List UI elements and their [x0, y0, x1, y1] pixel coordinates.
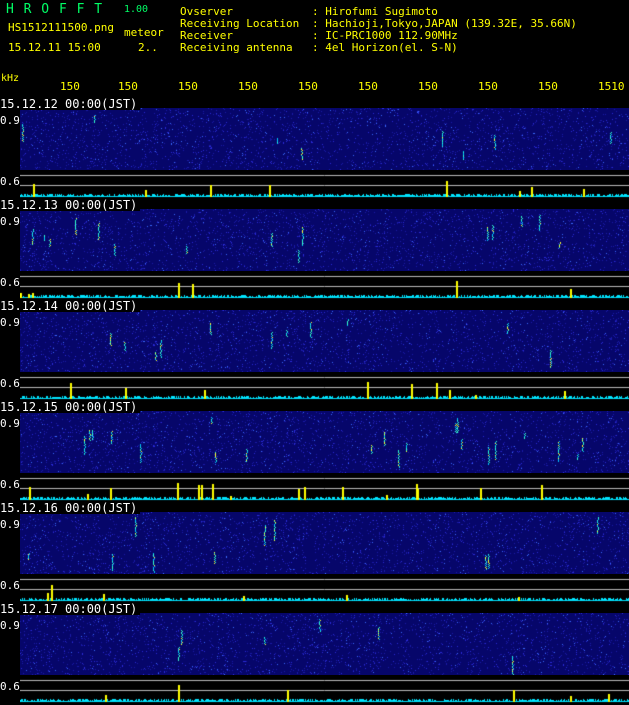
- level-high: 0.9: [0, 316, 20, 329]
- panel-date: 15.12.17 00:00(JST): [0, 603, 141, 615]
- level-high: 0.9: [0, 417, 20, 430]
- spectrogram-canvas: [20, 613, 629, 675]
- echo-counter-canvas: [20, 576, 629, 602]
- interval-label: 2..: [138, 41, 158, 54]
- spectrogram-panel: 15.12.14 00:00(JST) 0.9 0.6: [0, 300, 629, 401]
- level-low: 0.6: [0, 377, 20, 390]
- panel-date: 15.12.14 00:00(JST): [0, 300, 141, 312]
- location-key: Receiving Location: [180, 17, 300, 30]
- observer-value: : Hirofumi Sugimoto: [312, 5, 438, 18]
- antenna-key: Receiving antenna: [180, 41, 293, 54]
- panel-date: 15.12.12 00:00(JST): [0, 98, 141, 110]
- echo-counter-canvas: [20, 172, 629, 198]
- spectrogram-panel: 15.12.12 00:00(JST) 0.9 0.6: [0, 98, 629, 199]
- observer-key: Ovserver: [180, 5, 233, 18]
- spectrogram-canvas: [20, 411, 629, 473]
- location-value: : Hachioji,Tokyo,JAPAN (139.32E, 35.66N): [312, 17, 577, 30]
- freq-tick: 150: [418, 80, 438, 93]
- echo-counter-canvas: [20, 273, 629, 299]
- freq-tick: 150: [478, 80, 498, 93]
- freq-unit: kHz: [1, 73, 20, 84]
- spectrogram-area: [20, 108, 629, 170]
- spectrogram-panel: 15.12.16 00:00(JST) 0.9 0.6: [0, 502, 629, 603]
- level-low: 0.6: [0, 276, 20, 289]
- spectrogram-canvas: [20, 108, 629, 170]
- freq-tick: 150: [60, 80, 80, 93]
- echo-counter-canvas: [20, 677, 629, 703]
- freq-tick: 150: [298, 80, 318, 93]
- mode-label: meteor: [124, 26, 164, 39]
- receiver-key: Receiver: [180, 29, 233, 42]
- spectrogram-area: [20, 411, 629, 473]
- panel-date: 15.12.16 00:00(JST): [0, 502, 141, 514]
- spectrogram-canvas: [20, 209, 629, 271]
- level-high: 0.9: [0, 114, 20, 127]
- spectrogram-canvas: [20, 310, 629, 372]
- file-name: HS1512111500.png: [8, 21, 114, 34]
- echo-counter-canvas: [20, 374, 629, 400]
- freq-tick: 1510: [598, 80, 625, 93]
- app-logo: H R O F F T: [6, 2, 104, 17]
- level-high: 0.9: [0, 215, 20, 228]
- panel-date: 15.12.15 00:00(JST): [0, 401, 141, 413]
- level-low: 0.6: [0, 680, 20, 693]
- header: H R O F F T 1.00 HS1512111500.png meteor…: [0, 0, 629, 78]
- receiver-value: : IC-PRC1000 112.90MHz: [312, 29, 458, 42]
- spectrogram-area: [20, 613, 629, 675]
- panel-date: 15.12.13 00:00(JST): [0, 199, 141, 211]
- level-high: 0.9: [0, 619, 20, 632]
- spectrogram-panel: 15.12.17 00:00(JST) 0.9 0.6: [0, 603, 629, 704]
- level-low: 0.6: [0, 175, 20, 188]
- level-low: 0.6: [0, 478, 20, 491]
- spectrogram-panel: 15.12.13 00:00(JST) 0.9 0.6: [0, 199, 629, 300]
- spectrogram-panel: 15.12.15 00:00(JST) 0.9 0.6: [0, 401, 629, 502]
- spectrogram-canvas: [20, 512, 629, 574]
- antenna-value: : 4el Horizon(el. S-N): [312, 41, 458, 54]
- datetime-label: 15.12.11 15:00: [8, 41, 101, 54]
- freq-tick: 150: [118, 80, 138, 93]
- freq-tick: 150: [358, 80, 378, 93]
- spectrogram-area: [20, 512, 629, 574]
- freq-tick: 150: [538, 80, 558, 93]
- freq-tick: 150: [238, 80, 258, 93]
- spectrogram-area: [20, 209, 629, 271]
- echo-counter-canvas: [20, 475, 629, 501]
- spectrogram-area: [20, 310, 629, 372]
- frequency-axis: kHz 150 150 150 150 150 150 150 150 150 …: [0, 74, 629, 98]
- level-high: 0.9: [0, 518, 20, 531]
- app-version: 1.00: [124, 4, 149, 15]
- level-low: 0.6: [0, 579, 20, 592]
- freq-tick: 150: [178, 80, 198, 93]
